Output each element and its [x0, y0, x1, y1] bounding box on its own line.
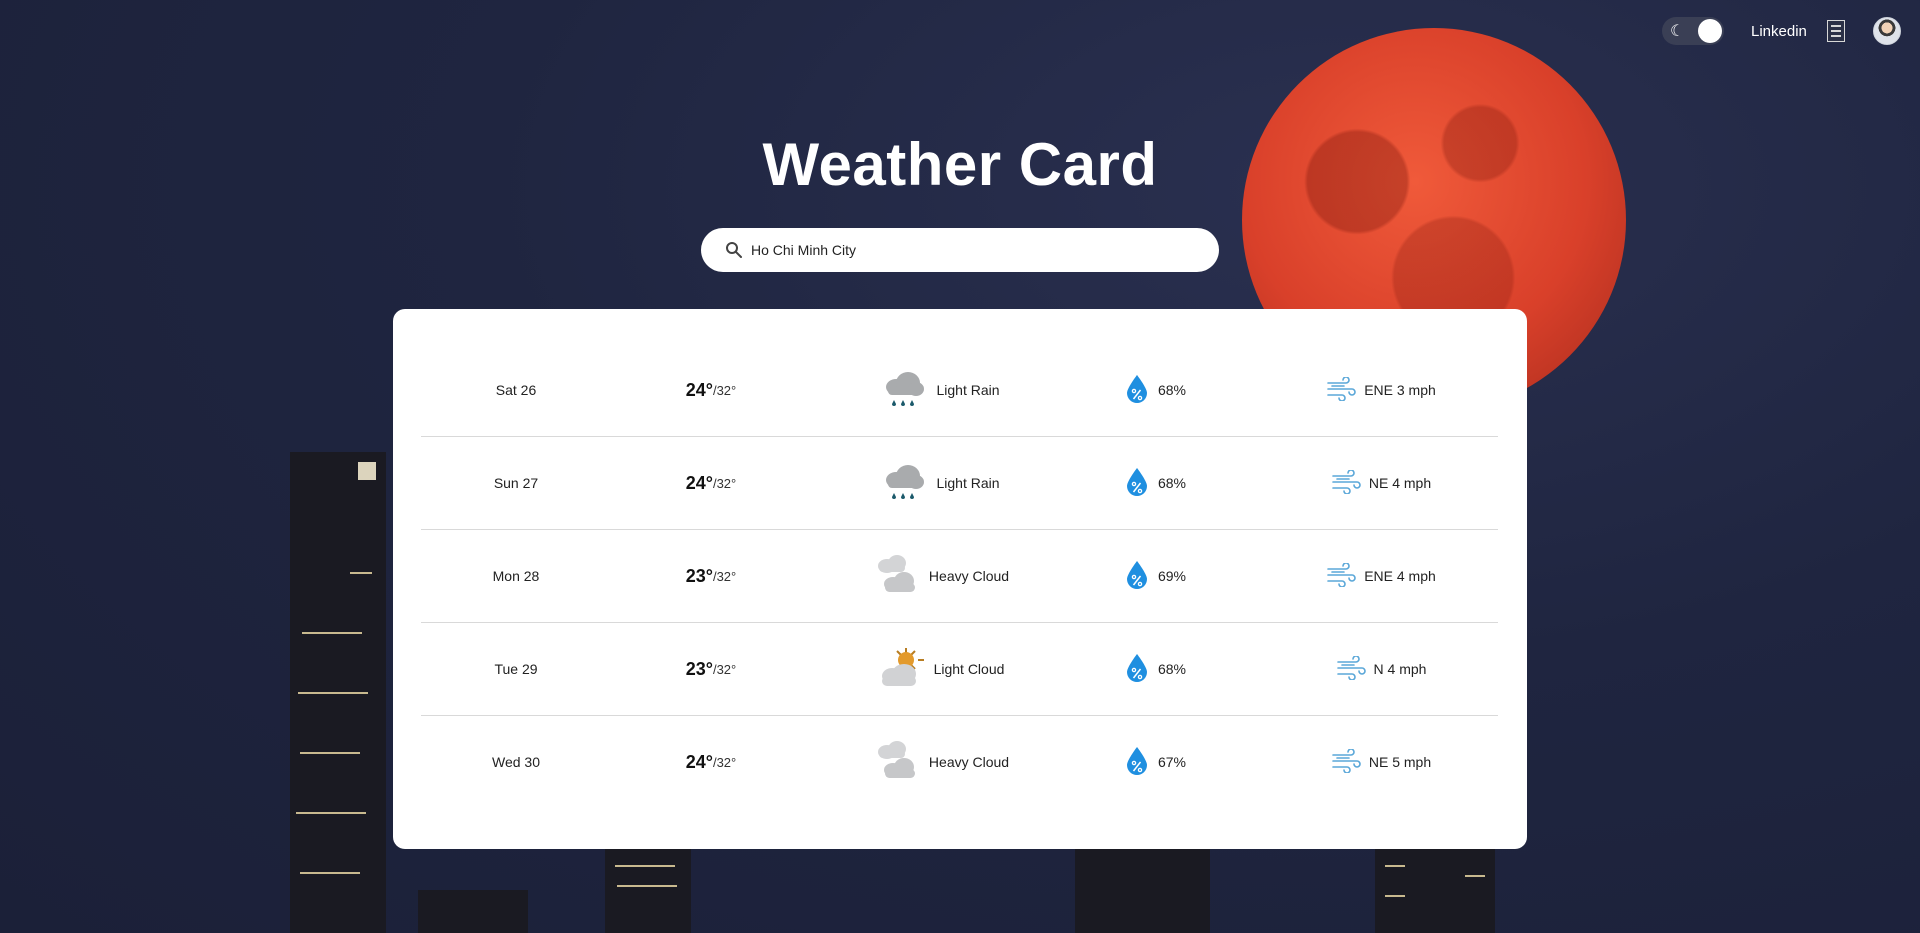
search-input[interactable]	[749, 241, 1193, 259]
humidity-drop-icon	[1126, 653, 1158, 686]
condition-label: Heavy Cloud	[928, 568, 1010, 584]
theme-toggle[interactable]: ☾	[1662, 17, 1724, 45]
forecast-condition: Light Rain	[841, 437, 1041, 529]
rain-cloud-icon	[882, 462, 936, 505]
forecast-row: Mon 28 23°/32° Heavy Cloud 69% ENE 4 mph	[421, 530, 1498, 623]
forecast-wind: ENE 3 mph	[1281, 344, 1481, 436]
temp-low: /32°	[712, 382, 737, 398]
condition-label: Light Rain	[936, 382, 1000, 398]
temp-high: 24°	[685, 751, 713, 772]
temp-low: /32°	[712, 475, 737, 491]
forecast-wind: NE 4 mph	[1281, 437, 1481, 529]
wind-icon	[1336, 654, 1374, 683]
forecast-humidity: 67%	[1071, 716, 1241, 808]
forecast-day: Sun 27	[461, 437, 571, 529]
search-bar[interactable]	[701, 228, 1219, 272]
wind-value: NE 4 mph	[1368, 475, 1432, 491]
forecast-temperature: 24°/32°	[651, 437, 771, 529]
forecast-wind: N 4 mph	[1281, 623, 1481, 715]
forecast-row: Sat 26 24°/32° Light Rain 68% ENE 3 mph	[421, 344, 1498, 437]
wind-icon	[1331, 468, 1369, 497]
humidity-value: 68%	[1157, 661, 1187, 677]
forecast-temperature: 24°/32°	[651, 344, 771, 436]
forecast-row: Tue 29 23°/32° Light Cloud 68% N 4 mph	[421, 623, 1498, 716]
forecast-card: Sat 26 24°/32° Light Rain 68% ENE 3 mph Sun 2…	[393, 309, 1527, 849]
search-icon	[726, 242, 742, 258]
rain-cloud-icon	[882, 369, 936, 412]
condition-label: Light Cloud	[933, 661, 1005, 677]
day-label: Sun 27	[493, 475, 539, 491]
humidity-drop-icon	[1126, 560, 1158, 593]
forecast-wind: NE 5 mph	[1281, 716, 1481, 808]
forecast-temperature: 23°/32°	[651, 530, 771, 622]
linkedin-link[interactable]: Linkedin	[1751, 23, 1807, 40]
wind-icon	[1331, 747, 1369, 776]
temp-low: /32°	[712, 661, 737, 677]
wind-value: ENE 4 mph	[1364, 568, 1436, 584]
forecast-humidity: 68%	[1071, 344, 1241, 436]
wind-value: N 4 mph	[1373, 661, 1427, 677]
temp-low: /32°	[712, 754, 737, 770]
wind-value: NE 5 mph	[1368, 754, 1432, 770]
wind-icon	[1326, 375, 1364, 404]
day-label: Sat 26	[495, 382, 537, 398]
temp-high: 24°	[685, 472, 713, 493]
forecast-day: Sat 26	[461, 344, 571, 436]
wind-value: ENE 3 mph	[1364, 382, 1436, 398]
condition-label: Heavy Cloud	[928, 754, 1010, 770]
user-avatar[interactable]	[1873, 17, 1901, 45]
moon-icon: ☾	[1670, 21, 1685, 40]
humidity-value: 68%	[1157, 382, 1187, 398]
humidity-drop-icon	[1126, 746, 1158, 779]
day-label: Wed 30	[492, 754, 540, 770]
forecast-temperature: 24°/32°	[651, 716, 771, 808]
condition-label: Light Rain	[936, 475, 1000, 491]
humidity-value: 69%	[1157, 568, 1187, 584]
forecast-condition: Heavy Cloud	[841, 716, 1041, 808]
humidity-value: 68%	[1157, 475, 1187, 491]
temp-high: 23°	[685, 565, 713, 586]
temp-high: 24°	[685, 379, 713, 400]
forecast-day: Tue 29	[461, 623, 571, 715]
temp-high: 23°	[685, 658, 713, 679]
forecast-humidity: 68%	[1071, 623, 1241, 715]
forecast-row: Sun 27 24°/32° Light Rain 68% NE 4 mph	[421, 437, 1498, 530]
forecast-humidity: 69%	[1071, 530, 1241, 622]
heavy-cloud-icon	[873, 740, 929, 785]
toggle-knob	[1698, 19, 1722, 43]
day-label: Mon 28	[492, 568, 540, 584]
forecast-condition: Light Cloud	[841, 623, 1041, 715]
wind-icon	[1326, 561, 1364, 590]
newspaper-icon[interactable]	[1827, 20, 1845, 42]
forecast-wind: ENE 4 mph	[1281, 530, 1481, 622]
heavy-cloud-icon	[873, 554, 929, 599]
forecast-condition: Heavy Cloud	[841, 530, 1041, 622]
page-title: Weather Card	[762, 131, 1158, 198]
forecast-day: Wed 30	[461, 716, 571, 808]
humidity-drop-icon	[1126, 374, 1158, 407]
humidity-drop-icon	[1126, 467, 1158, 500]
sun-cloud-icon	[878, 646, 934, 693]
day-label: Tue 29	[494, 661, 538, 677]
temp-low: /32°	[712, 568, 737, 584]
humidity-value: 67%	[1157, 754, 1187, 770]
forecast-day: Mon 28	[461, 530, 571, 622]
forecast-temperature: 23°/32°	[651, 623, 771, 715]
forecast-condition: Light Rain	[841, 344, 1041, 436]
forecast-row: Wed 30 24°/32° Heavy Cloud 67% NE 5 mph	[421, 716, 1498, 808]
forecast-humidity: 68%	[1071, 437, 1241, 529]
